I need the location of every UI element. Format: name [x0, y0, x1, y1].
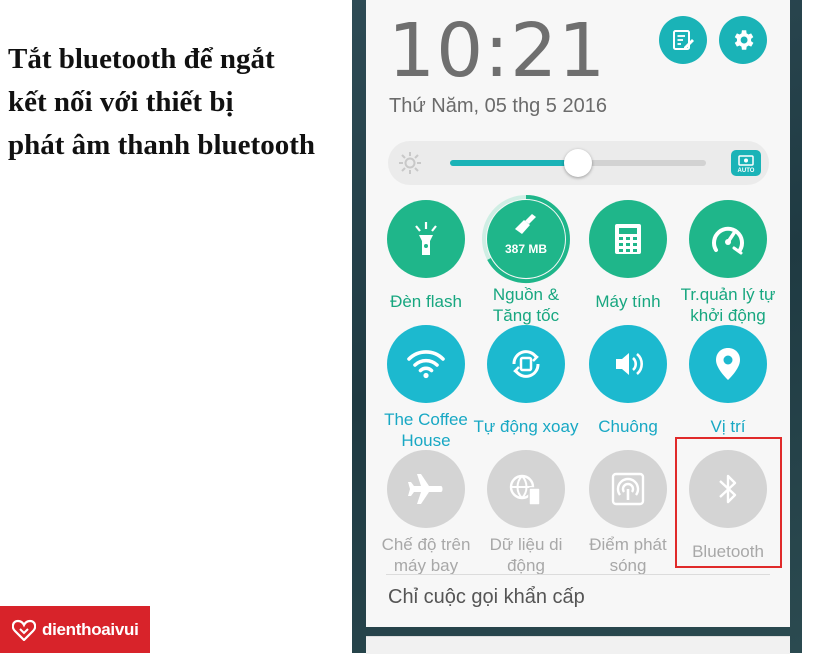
tile-label: Tự động xoay [473, 417, 579, 436]
hotspot-icon [611, 472, 645, 506]
tile-label-line-2: sóng [609, 556, 647, 575]
bluetooth-highlight-box [675, 437, 782, 568]
caption-line-2: kết nối với thiết bị [8, 86, 234, 118]
tile-circle [589, 200, 667, 278]
tile-label-line-1: Dữ liệu di [489, 535, 563, 554]
instruction-caption: Tắt bluetooth để ngắt kết nối với thiết … [8, 38, 358, 167]
tile-label: Đèn flash [390, 292, 462, 311]
auto-label: AUTO [737, 168, 755, 174]
heart-phone-icon [12, 619, 36, 641]
tile-wifi[interactable]: The Coffee House [371, 325, 481, 451]
tile-label-line-2: máy bay [393, 556, 459, 575]
emergency-calls-only: Chỉ cuộc gọi khẩn cấp [388, 586, 585, 608]
brightness-icon [399, 152, 421, 174]
caption-line-3: phát âm thanh bluetooth [8, 129, 315, 161]
brightness-fill [450, 160, 578, 166]
edit-note-icon [673, 30, 694, 50]
location-pin-icon [716, 348, 740, 380]
ring-volume-icon [616, 353, 643, 375]
brightness-slider-handle[interactable] [564, 149, 592, 177]
tile-label-line-1: Nguồn & [492, 285, 560, 304]
tile-label-line-2: khởi động [690, 306, 766, 325]
tile-label: Máy tính [595, 292, 661, 311]
tile-label: Vị trí [710, 417, 746, 436]
tile-label-line-1: Điểm phát [589, 535, 667, 554]
tile-circle [589, 450, 667, 528]
notification-card-edge [366, 636, 790, 654]
date-text: Thứ Năm, 05 thg 5 2016 [389, 95, 607, 117]
tile-label-line-2: động [507, 556, 545, 575]
tile-circle [487, 450, 565, 528]
tile-location[interactable]: Vị trí [673, 325, 783, 437]
tile-airplane-mode[interactable]: Chế độ trên máy bay [371, 450, 481, 576]
tile-circle [387, 450, 465, 528]
speedometer-icon [712, 226, 744, 255]
tile-label-line-1: The Coffee [384, 410, 468, 429]
tile-power-boost[interactable]: 387 MB Nguồn & Tăng tốc [471, 195, 581, 326]
wifi-icon [407, 350, 445, 379]
broom-icon [515, 214, 536, 234]
tile-label-line-2: Tăng tốc [492, 306, 560, 325]
mobile-data-icon [509, 474, 541, 506]
tile-auto-start-manager[interactable]: Tr.quản lý tự khởi động [673, 200, 783, 326]
tile-label: Chuông [598, 417, 658, 436]
tile-circle [487, 325, 565, 403]
gear-icon [734, 30, 754, 50]
settings-button[interactable] [719, 16, 767, 64]
tile-hotspot[interactable]: Điểm phát sóng [573, 450, 683, 576]
tile-auto-rotate[interactable]: Tự động xoay [471, 325, 581, 437]
clock-time: 10:21 [388, 8, 607, 94]
tile-circle [387, 200, 465, 278]
brand-name: dienthoaivui [42, 619, 139, 639]
tile-label-line-1: Chế độ trên [381, 535, 471, 554]
tile-ringer[interactable]: Chuông [573, 325, 683, 437]
tile-calculator[interactable]: Máy tính [573, 200, 683, 312]
tile-circle [387, 325, 465, 403]
tile-mobile-data[interactable]: Dữ liệu di động [471, 450, 581, 576]
brightness-auto-icon [738, 155, 754, 166]
memory-ring-icon [482, 195, 570, 283]
auto-brightness-button[interactable]: AUTO [731, 150, 761, 176]
tile-label-line-1: Tr.quản lý tự [680, 285, 776, 304]
caption-line-1: Tắt bluetooth để ngắt [8, 43, 275, 75]
flashlight-icon [415, 222, 437, 255]
memory-badge: 387 MB [504, 242, 548, 256]
divider [386, 574, 770, 575]
edit-quick-settings-button[interactable] [659, 16, 707, 64]
tile-circle [589, 325, 667, 403]
tile-circle: 387 MB [482, 195, 570, 283]
calculator-icon [615, 224, 641, 254]
tile-flashlight[interactable]: Đèn flash [371, 200, 481, 312]
tile-circle [689, 200, 767, 278]
tile-circle [689, 325, 767, 403]
airplane-icon [408, 474, 443, 504]
tile-label-line-2: House [401, 431, 451, 450]
brand-logo: dienthoaivui [0, 606, 150, 653]
auto-rotate-icon [512, 350, 540, 378]
